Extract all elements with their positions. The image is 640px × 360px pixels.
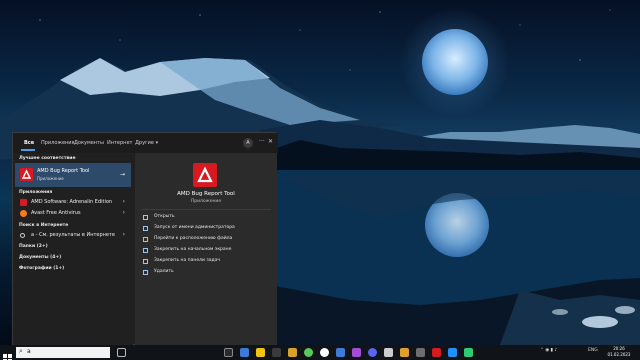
more-options-icon[interactable]: ··· [259, 138, 265, 145]
tray-icons[interactable]: ⌃ ◉ ▮ ♪ [540, 348, 557, 353]
result-details-pane: AMD Bug Report Tool Приложение Открыть З… [135, 153, 277, 346]
list-item-label: Avast Free Antivirus [31, 210, 81, 216]
tab-documents[interactable]: Документы [74, 140, 104, 146]
avast-logo-icon [20, 210, 27, 217]
search-icon [20, 233, 25, 238]
tab-all[interactable]: Все [24, 140, 34, 146]
action-pin-to-taskbar[interactable]: Закрепить на панели задач [143, 257, 271, 267]
taskbar-search-box[interactable]: ⌕ a [16, 347, 110, 358]
taskbar-app-icon[interactable] [384, 348, 393, 357]
taskbar-app-icon[interactable] [272, 348, 281, 357]
action-pin-to-start[interactable]: Закрепить на начальном экране [143, 246, 271, 256]
documents-heading[interactable]: Документы (4+) [19, 255, 61, 260]
detail-title: AMD Bug Report Tool [177, 191, 235, 197]
action-label: Перейти к расположению файла [154, 236, 233, 241]
web-search-heading: Поиск в Интернете [19, 223, 69, 228]
taskbar-app-icon[interactable] [352, 348, 361, 357]
tab-apps[interactable]: Приложения [41, 140, 75, 146]
tab-more-label: Другие [135, 140, 154, 146]
folders-heading[interactable]: Папки (2+) [19, 244, 48, 249]
close-icon[interactable]: ✕ [268, 138, 273, 145]
action-open-file-location[interactable]: Перейти к расположению файла [143, 235, 271, 245]
tab-internet[interactable]: Интернет [107, 140, 132, 146]
folder-icon [143, 237, 148, 242]
chevron-right-icon: › [122, 209, 125, 216]
list-item-web-search[interactable]: a - См. результаты в Интернете › [15, 230, 131, 241]
pin-icon [143, 259, 148, 264]
taskbar-app-icon[interactable] [224, 348, 233, 357]
open-icon [143, 215, 148, 220]
discord-icon[interactable] [368, 348, 377, 357]
action-label: Закрепить на начальном экране [154, 247, 232, 252]
taskbar-app-icon[interactable] [304, 348, 313, 357]
shield-icon [143, 226, 148, 231]
detail-subtitle: Приложение [190, 199, 222, 204]
chevron-down-icon: ▾ [155, 140, 159, 146]
best-match-title: AMD Bug Report Tool [37, 168, 90, 174]
taskbar-app-icon[interactable] [400, 348, 409, 357]
apps-heading: Приложения [19, 190, 53, 195]
taskbar-app-icon[interactable] [256, 348, 265, 357]
amd-logo-icon [20, 168, 33, 181]
action-label: Запуск от имени администратора [154, 225, 235, 230]
divider [141, 209, 271, 210]
taskbar-app-icon[interactable] [336, 348, 345, 357]
language-indicator[interactable]: ENG [588, 348, 598, 353]
chevron-right-icon: › [122, 231, 125, 238]
start-menu: Все Приложения Документы Интернет Другие… [12, 132, 278, 346]
action-run-as-admin[interactable]: Запуск от имени администратора [143, 224, 271, 234]
search-input[interactable]: a [27, 348, 31, 355]
action-uninstall[interactable]: Удалить [143, 268, 271, 278]
taskbar: ⌕ a ⌃ ◉ ▮ ♪ ENG 20:26 01.02.2023 [0, 345, 640, 360]
taskbar-app-icon[interactable] [240, 348, 249, 357]
avatar[interactable]: A [243, 138, 253, 148]
list-item-avast[interactable]: Avast Free Antivirus › [15, 208, 131, 219]
results-list: Лучшее соответствие AMD Bug Report Tool … [13, 153, 133, 346]
file-explorer-icon[interactable] [288, 348, 297, 357]
search-filter-tabs: Все Приложения Документы Интернет Другие… [13, 133, 278, 153]
active-tab-indicator [21, 149, 35, 151]
taskbar-app-icon[interactable] [464, 348, 473, 357]
taskbar-app-icon[interactable] [448, 348, 457, 357]
list-item-label: a - См. результаты в Интернете [31, 232, 115, 238]
amd-logo-icon [20, 199, 27, 206]
taskbar-app-icon[interactable] [320, 348, 329, 357]
chevron-right-icon: › [122, 198, 125, 205]
amd-logo-icon [193, 163, 217, 187]
pin-icon [143, 248, 148, 253]
best-match-subtitle: Приложение [37, 176, 64, 181]
trash-icon [143, 270, 148, 275]
action-label: Удалить [154, 269, 174, 274]
clock[interactable]: 20:26 01.02.2023 [606, 346, 632, 358]
list-item-amd-software[interactable]: AMD Software: Adrenalin Edition › [15, 197, 131, 208]
action-open[interactable]: Открыть [143, 213, 271, 223]
task-view-icon[interactable] [117, 348, 126, 357]
clock-date: 01.02.2023 [607, 352, 631, 357]
list-item-label: AMD Software: Adrenalin Edition [31, 199, 113, 205]
best-match-item[interactable]: AMD Bug Report Tool Приложение → [15, 163, 131, 187]
taskbar-app-icon[interactable] [432, 348, 441, 357]
tab-more[interactable]: Другие ▾ [135, 140, 158, 146]
taskbar-app-icon[interactable] [416, 348, 425, 357]
photos-heading[interactable]: Фотографии (1+) [19, 266, 64, 271]
action-label: Открыть [154, 214, 175, 219]
arrow-right-icon: → [119, 171, 125, 178]
best-match-heading: Лучшее соответствие [19, 156, 76, 161]
search-icon: ⌕ [19, 347, 23, 355]
windows-start-icon[interactable] [3, 348, 12, 360]
action-label: Закрепить на панели задач [154, 258, 221, 263]
